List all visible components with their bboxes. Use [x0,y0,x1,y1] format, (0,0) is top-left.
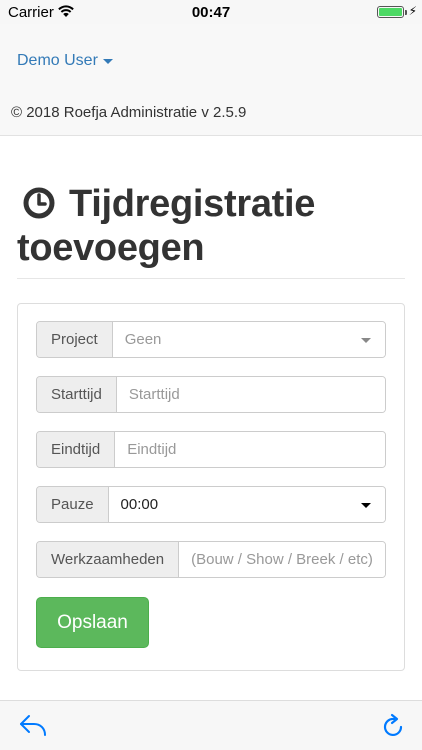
status-bar: Carrier 00:47 ⚡ [0,0,422,24]
pauze-group: Pauze 00:00 [36,486,386,523]
project-label: Project [37,322,113,357]
bottom-toolbar [0,700,422,750]
page-title: Tijdregistratie toevoegen [17,182,407,270]
user-menu-dropdown[interactable]: Demo User [17,52,113,70]
eindtijd-field-wrap [115,432,385,467]
page-title-text: Tijdregistratie toevoegen [17,183,316,269]
back-arrow-icon[interactable] [18,712,48,738]
project-value: Geen [124,331,162,348]
eindtijd-group: Eindtijd [36,431,386,468]
pauze-label: Pauze [37,487,109,522]
form-panel: Project Geen Starttijd Eindtijd Pauze 00… [17,303,405,671]
pauze-select[interactable]: 00:00 [108,487,385,522]
starttijd-field-wrap [116,377,385,412]
battery-icon [377,6,404,18]
eindtijd-label: Eindtijd [37,432,116,467]
caret-down-icon [102,58,113,64]
copyright-text: © 2018 Roefja Administratie v 2.5.9 [11,104,247,121]
starttijd-input[interactable] [128,386,373,403]
save-button[interactable]: Opslaan [36,597,149,648]
charging-bolt-icon: ⚡ [408,4,417,18]
werkzaamheden-label: Werkzaamheden [37,542,180,577]
werkzaamheden-field-wrap [179,542,385,577]
chevron-down-icon [361,502,371,508]
clock-time: 00:47 [191,4,231,21]
refresh-icon[interactable] [382,712,406,738]
pauze-value: 00:00 [120,496,159,513]
project-group: Project Geen [36,321,386,358]
starttijd-label: Starttijd [37,377,117,412]
eindtijd-input[interactable] [127,441,373,458]
user-name: Demo User [17,52,98,69]
werkzaamheden-input[interactable] [191,551,373,568]
title-divider [17,278,405,279]
top-navbar: Demo User © 2018 Roefja Administratie v … [0,24,422,136]
starttijd-group: Starttijd [36,376,386,413]
battery-tip [405,10,407,15]
werkzaamheden-group: Werkzaamheden [36,541,386,578]
project-select[interactable]: Geen [112,322,385,357]
chevron-down-icon [361,337,371,343]
clock-icon [23,187,55,219]
